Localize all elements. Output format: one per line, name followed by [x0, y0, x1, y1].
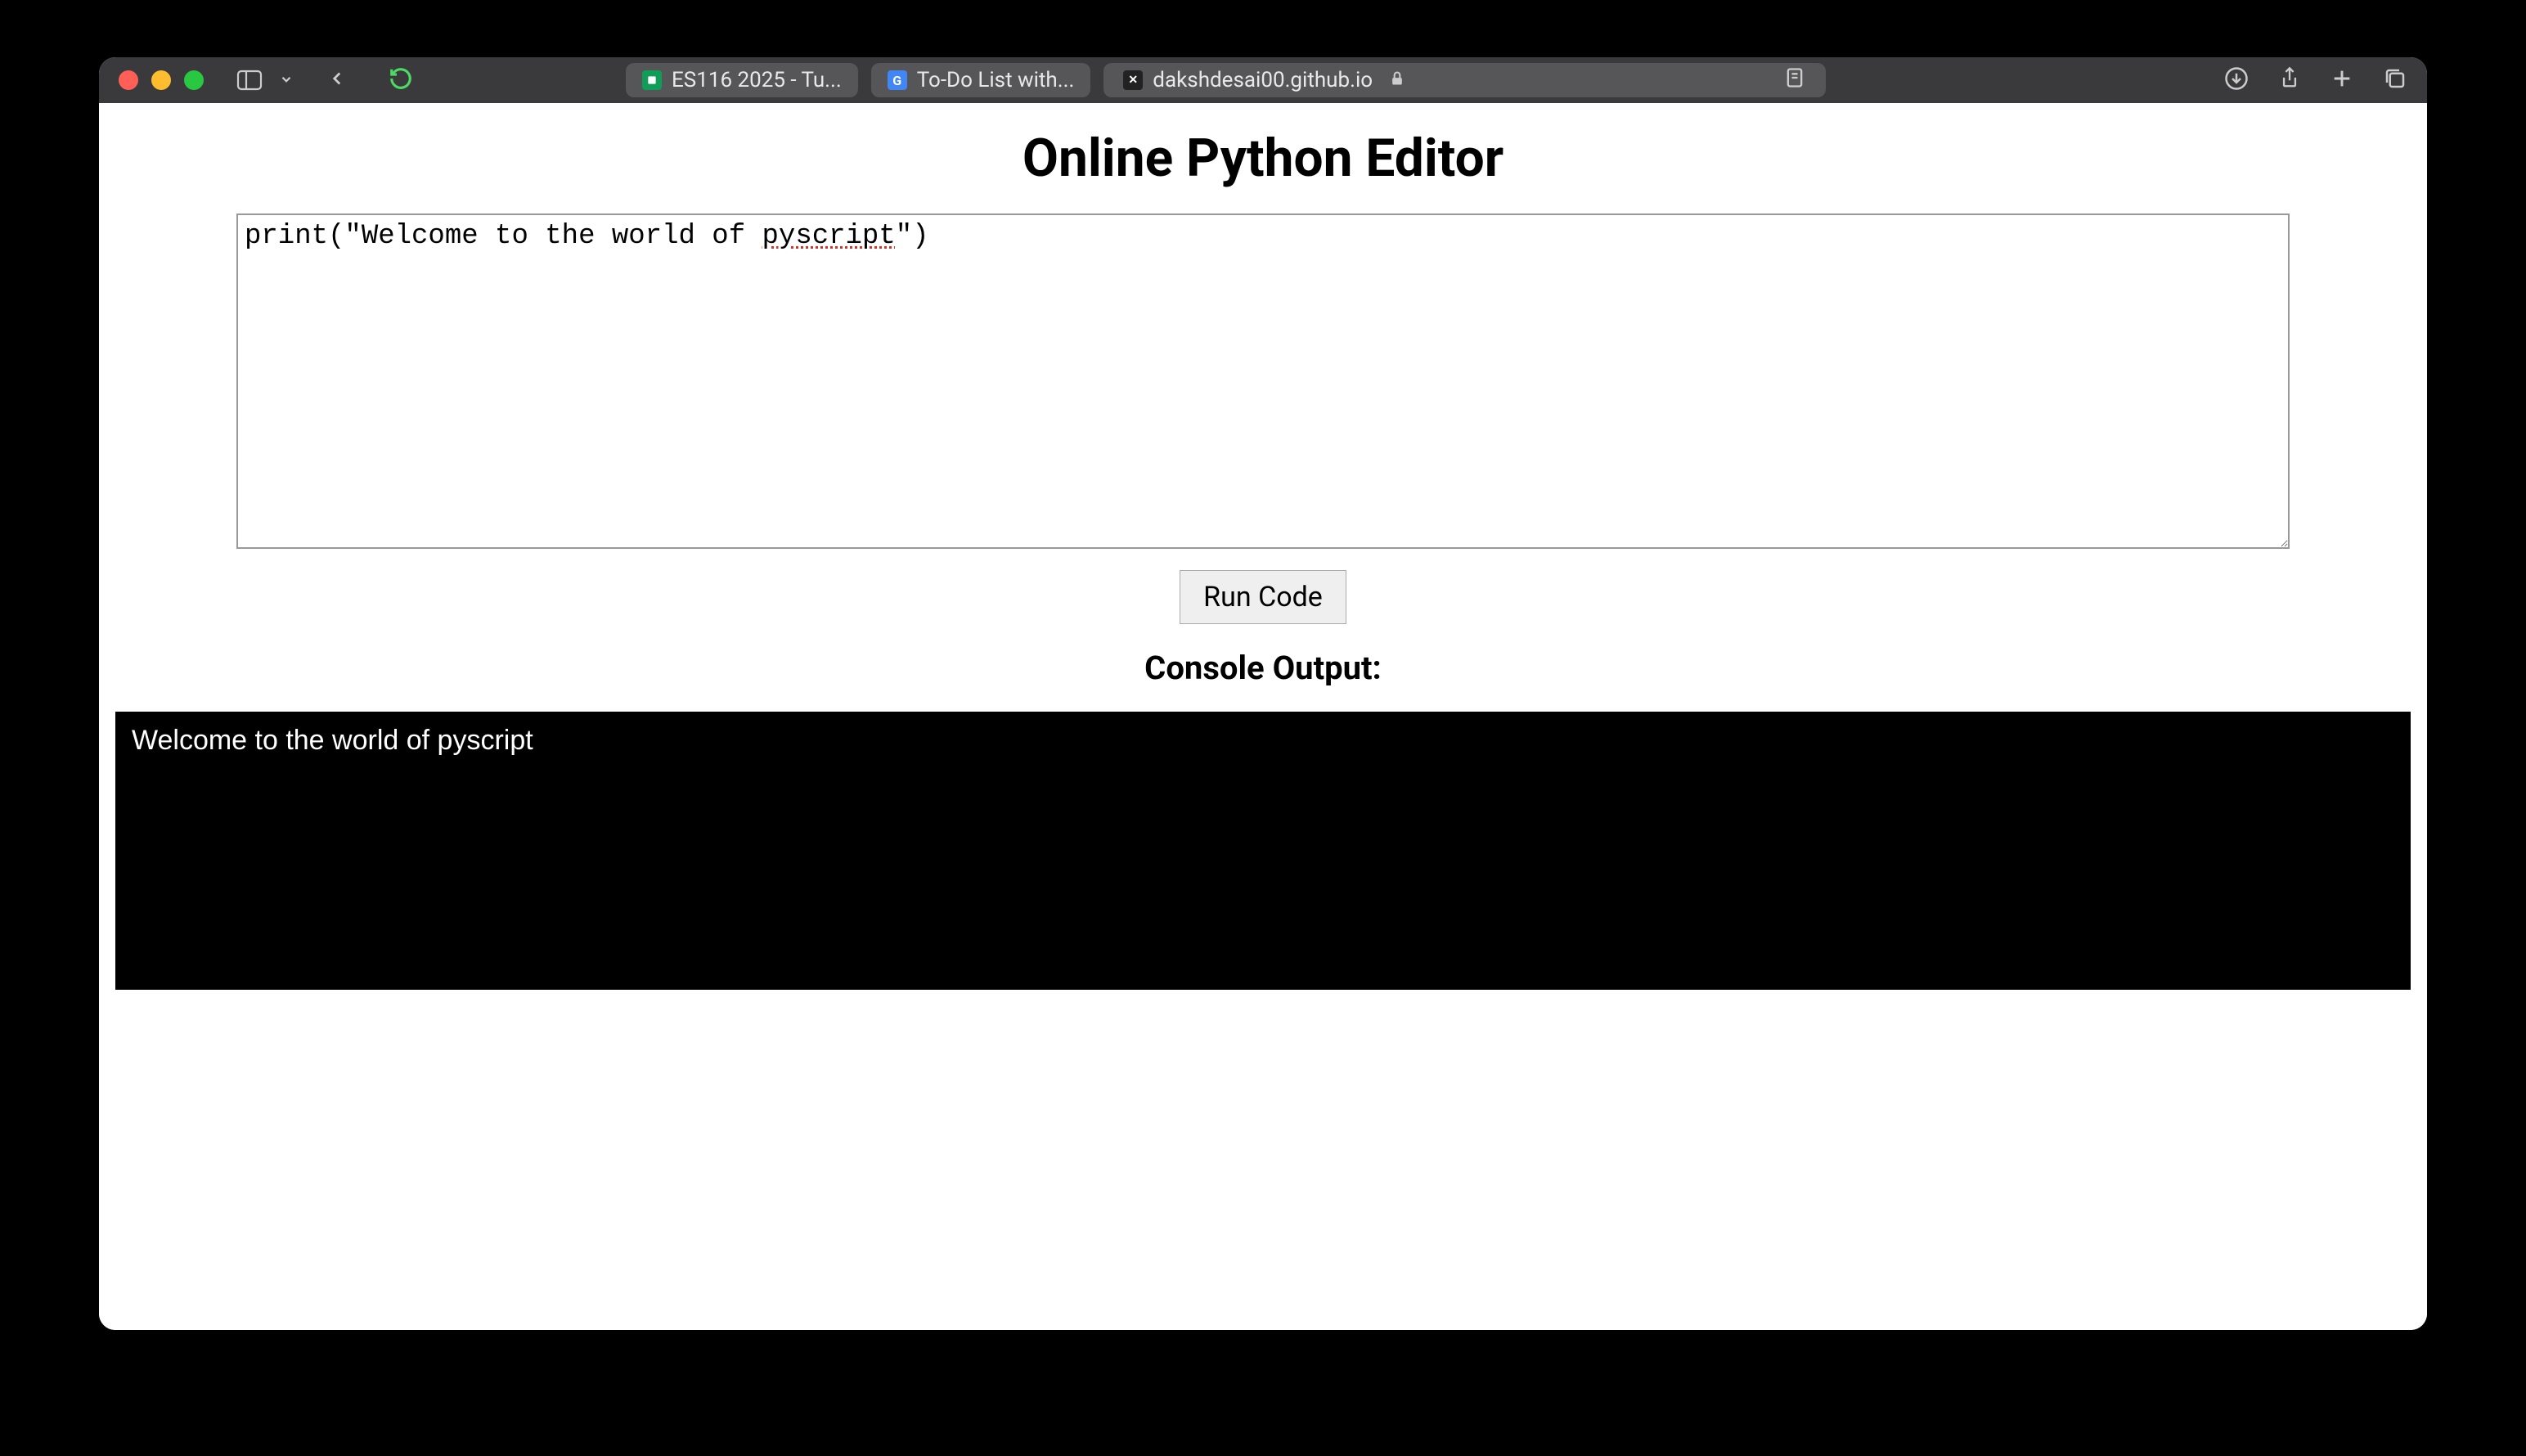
- new-tab-icon[interactable]: [2330, 67, 2353, 93]
- chevron-down-icon[interactable]: [279, 69, 294, 92]
- tab-label: To-Do List with...: [917, 68, 1075, 92]
- run-code-button[interactable]: Run Code: [1180, 570, 1346, 624]
- favicon-icon: [642, 70, 662, 90]
- tab-overview-icon[interactable]: [2383, 66, 2407, 94]
- code-text-spellcheck-word: pyscript: [762, 221, 896, 252]
- downloads-icon[interactable]: [2224, 66, 2249, 94]
- lock-icon: [1389, 68, 1405, 92]
- titlebar-left-controls: [236, 66, 413, 94]
- console-output: Welcome to the world of pyscript: [115, 712, 2411, 990]
- titlebar: ES116 2025 - Tu... G To-Do List with... …: [99, 57, 2427, 103]
- close-window-button[interactable]: [119, 70, 138, 90]
- page-content: Online Python Editor print("Welcome to t…: [99, 103, 2427, 1330]
- reader-mode-icon[interactable]: [1783, 66, 1806, 95]
- browser-window: ES116 2025 - Tu... G To-Do List with... …: [99, 57, 2427, 1330]
- tab-es116[interactable]: ES116 2025 - Tu...: [626, 63, 858, 97]
- favicon-icon: G: [888, 70, 907, 90]
- code-editor[interactable]: print("Welcome to the world of pyscript"…: [236, 213, 2290, 549]
- code-text-suffix: "): [896, 221, 929, 252]
- console-heading: Console Output:: [99, 649, 2427, 687]
- favicon-icon: ✕: [1123, 70, 1143, 90]
- page-title: Online Python Editor: [99, 128, 2427, 189]
- maximize-window-button[interactable]: [184, 70, 204, 90]
- share-icon[interactable]: [2278, 66, 2301, 94]
- tabs-area: ES116 2025 - Tu... G To-Do List with... …: [626, 63, 2224, 97]
- back-button-icon[interactable]: [326, 68, 348, 92]
- code-text-prefix: print("Welcome to the world of: [245, 221, 762, 252]
- editor-container: print("Welcome to the world of pyscript"…: [99, 213, 2427, 549]
- button-row: Run Code: [99, 570, 2427, 624]
- console-line: Welcome to the world of pyscript: [132, 725, 2394, 757]
- traffic-lights: [119, 70, 204, 90]
- address-bar[interactable]: ✕ dakshdesai00.github.io: [1103, 63, 1826, 97]
- address-text: dakshdesai00.github.io: [1153, 68, 1373, 92]
- sidebar-toggle-icon[interactable]: [236, 69, 263, 92]
- titlebar-right-controls: [2224, 66, 2407, 94]
- minimize-window-button[interactable]: [151, 70, 171, 90]
- tab-todo[interactable]: G To-Do List with...: [871, 63, 1091, 97]
- tab-label: ES116 2025 - Tu...: [672, 68, 842, 92]
- reload-icon[interactable]: [389, 66, 413, 94]
